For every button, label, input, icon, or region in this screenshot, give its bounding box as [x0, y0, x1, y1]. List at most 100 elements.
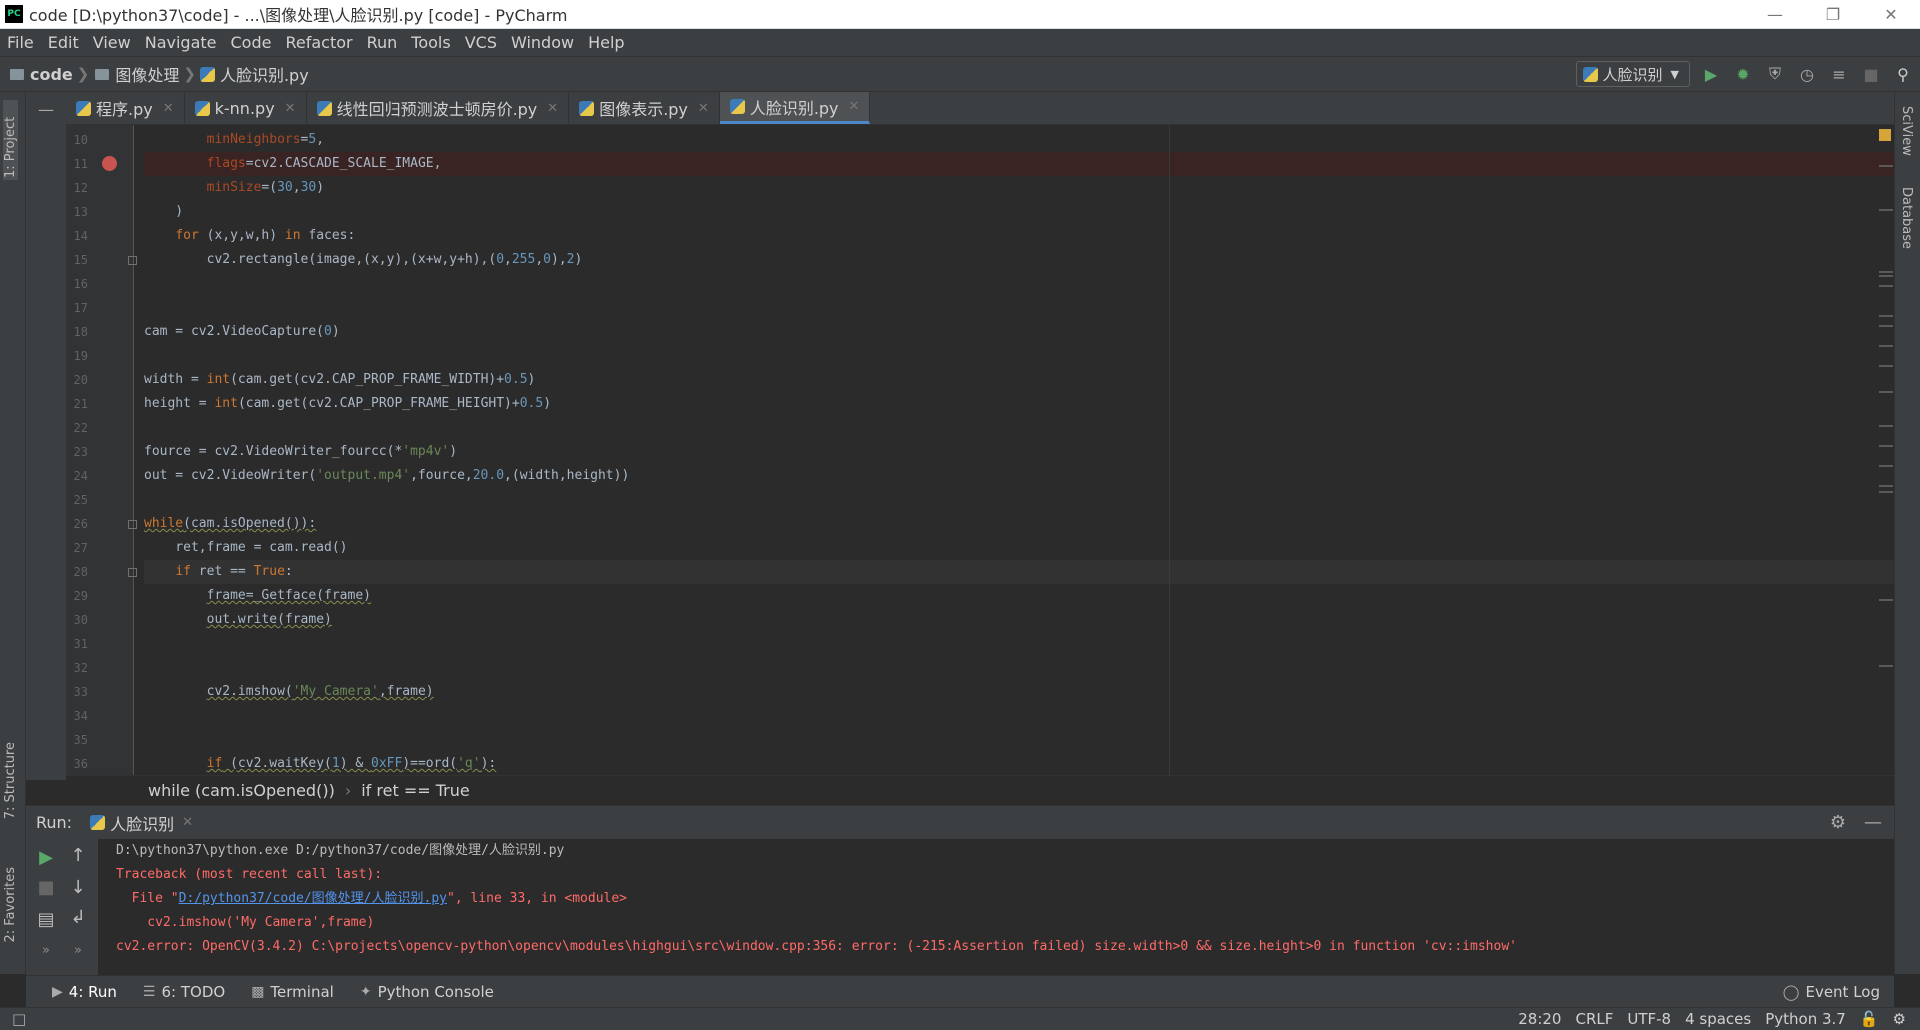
breakpoint-icon[interactable]: [102, 156, 117, 171]
scrollbar-marker[interactable]: [1879, 445, 1893, 447]
structure-tool-button[interactable]: 7: Structure: [3, 742, 18, 819]
code-line[interactable]: frame=_Getface(frame): [144, 584, 1894, 608]
more-icon[interactable]: »: [66, 943, 90, 958]
menu-view[interactable]: View: [86, 33, 138, 52]
line-number[interactable]: 33: [66, 685, 88, 699]
todo-tool-button[interactable]: ☰ 6: TODO: [143, 983, 225, 1001]
breadcrumb-item[interactable]: if ret == True: [361, 781, 469, 800]
menu-file[interactable]: File: [0, 33, 41, 52]
scrollbar-marker[interactable]: [1879, 325, 1893, 327]
scrollbar-marker[interactable]: [1879, 275, 1893, 277]
menu-refactor[interactable]: Refactor: [278, 33, 359, 52]
code-line[interactable]: [144, 344, 1894, 368]
caret-position[interactable]: 28:20: [1518, 1010, 1561, 1028]
line-number[interactable]: 19: [66, 349, 88, 363]
menu-tools[interactable]: Tools: [404, 33, 457, 52]
close-icon[interactable]: ✕: [698, 101, 709, 116]
scrollbar-marker[interactable]: [1879, 365, 1893, 367]
code-line[interactable]: ): [144, 200, 1894, 224]
line-number[interactable]: 35: [66, 733, 88, 747]
line-number[interactable]: 20: [66, 373, 88, 387]
soft-wrap-icon[interactable]: ↲: [66, 907, 90, 928]
rerun-icon[interactable]: ▶: [34, 847, 58, 868]
run-icon[interactable]: ▶: [1700, 65, 1722, 84]
gear-icon[interactable]: ⚙: [1830, 812, 1846, 833]
python-console-tool-button[interactable]: ✦ Python Console: [360, 983, 494, 1001]
menu-help[interactable]: Help: [581, 33, 631, 52]
project-tool-button[interactable]: 1: Project: [3, 100, 18, 180]
tab-face-recognition[interactable]: 人脸识别.py ✕: [719, 92, 871, 124]
line-number[interactable]: 12: [66, 181, 88, 195]
stop-icon[interactable]: ■: [1860, 65, 1882, 84]
code-line[interactable]: out.write(frame): [144, 608, 1894, 632]
collapse-icon[interactable]: —: [38, 100, 54, 119]
close-icon[interactable]: ✕: [163, 101, 174, 116]
line-number[interactable]: 30: [66, 613, 88, 627]
line-number[interactable]: 23: [66, 445, 88, 459]
line-number[interactable]: 36: [66, 757, 88, 771]
menu-window[interactable]: Window: [504, 33, 581, 52]
code-line[interactable]: minSize=(30,30): [144, 176, 1894, 200]
close-icon[interactable]: ✕: [182, 815, 193, 830]
warning-marker-icon[interactable]: [1879, 129, 1891, 141]
close-icon[interactable]: ✕: [547, 101, 558, 116]
code-line[interactable]: minNeighbors=5,: [144, 128, 1894, 152]
coverage-icon[interactable]: ⛨: [1764, 64, 1786, 84]
editor-gutter[interactable]: 10 11 12 13 14 15 16 17 18 19 20 21 22 23 24 25 26 27 28 29…: [66, 125, 137, 775]
code-line[interactable]: cam = cv2.VideoCapture(0): [144, 320, 1894, 344]
inspector-icon[interactable]: ⚙: [1893, 1010, 1906, 1028]
line-number[interactable]: 22: [66, 421, 88, 435]
concurrency-icon[interactable]: ≡: [1828, 65, 1850, 84]
terminal-tool-button[interactable]: ▩ Terminal: [251, 983, 334, 1001]
event-log-button[interactable]: ◯ Event Log: [1783, 983, 1880, 1001]
nav-folder[interactable]: 图像处理: [93, 62, 179, 86]
python-interpreter[interactable]: Python 3.7: [1765, 1010, 1846, 1028]
code-line[interactable]: cv2.rectangle(image,(x,y),(x+w,y+h),(0,2…: [144, 248, 1894, 272]
fold-marker-icon[interactable]: [128, 568, 137, 577]
scrollbar-marker[interactable]: [1879, 599, 1893, 601]
favorites-tool-button[interactable]: 2: Favorites: [3, 867, 18, 943]
code-line[interactable]: [144, 656, 1894, 680]
menu-vcs[interactable]: VCS: [458, 33, 504, 52]
arrow-up-icon[interactable]: ↑: [66, 845, 90, 866]
tab-linear-regression[interactable]: 线性回归预测波士顿房价.py ✕: [307, 92, 570, 124]
sciview-tool-button[interactable]: SciView: [1899, 106, 1914, 156]
line-number[interactable]: 13: [66, 205, 88, 219]
code-line[interactable]: fource = cv2.VideoWriter_fourcc(*'mp4v'): [144, 440, 1894, 464]
close-icon[interactable]: ✕: [849, 99, 860, 114]
code-line[interactable]: [144, 296, 1894, 320]
scrollbar-marker[interactable]: [1879, 165, 1893, 167]
line-number[interactable]: 26: [66, 517, 88, 531]
scrollbar-marker[interactable]: [1879, 485, 1893, 487]
code-line[interactable]: width = int(cam.get(cv2.CAP_PROP_FRAME_W…: [144, 368, 1894, 392]
file-encoding[interactable]: UTF-8: [1627, 1010, 1671, 1028]
menu-run[interactable]: Run: [360, 33, 405, 52]
code-line[interactable]: cv2.imshow('My Camera',frame): [144, 680, 1894, 704]
code-line[interactable]: flags=cv2.CASCADE_SCALE_IMAGE,: [144, 152, 1894, 176]
scrollbar-marker[interactable]: [1879, 665, 1893, 667]
fold-marker-icon[interactable]: [128, 520, 137, 529]
editor-scrollbar[interactable]: [1876, 125, 1894, 775]
tab-cheng-xu[interactable]: 程序.py ✕: [66, 92, 185, 124]
code-line[interactable]: for (x,y,w,h) in faces:: [144, 224, 1894, 248]
line-number[interactable]: 29: [66, 589, 88, 603]
scrollbar-marker[interactable]: [1879, 391, 1893, 393]
menu-edit[interactable]: Edit: [41, 33, 86, 52]
scrollbar-marker[interactable]: [1879, 425, 1893, 427]
code-line[interactable]: if ret == True:: [144, 560, 1894, 584]
code-line[interactable]: [144, 272, 1894, 296]
nav-project[interactable]: code: [0, 65, 73, 84]
scrollbar-marker[interactable]: [1879, 285, 1893, 287]
code-line[interactable]: [144, 728, 1894, 752]
code-line[interactable]: ret,frame = cam.read(): [144, 536, 1894, 560]
scrollbar-marker[interactable]: [1879, 271, 1893, 273]
line-number[interactable]: 27: [66, 541, 88, 555]
scrollbar-marker[interactable]: [1879, 465, 1893, 467]
line-number[interactable]: 25: [66, 493, 88, 507]
database-tool-button[interactable]: Database: [1899, 187, 1914, 249]
code-line[interactable]: [144, 416, 1894, 440]
scrollbar-marker[interactable]: [1879, 315, 1893, 317]
tab-image-representation[interactable]: 图像表示.py ✕: [569, 92, 720, 124]
fold-marker-icon[interactable]: [128, 256, 137, 265]
close-icon[interactable]: ✕: [1862, 5, 1920, 24]
